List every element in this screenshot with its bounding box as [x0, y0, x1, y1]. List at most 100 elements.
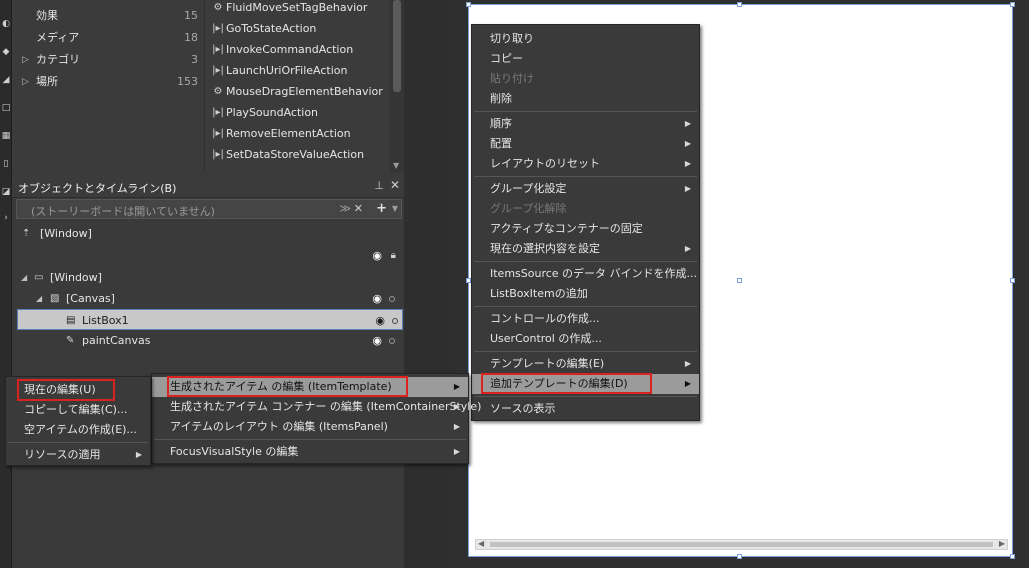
- menu-item-copy[interactable]: コピー: [472, 49, 699, 69]
- menu-item-item-container-style[interactable]: 生成されたアイテム コンテナー の編集 (ItemContainerStyle)…: [152, 397, 481, 417]
- eye-icon[interactable]: ◉: [372, 245, 382, 266]
- menu-item-add-listboxitem[interactable]: ListBoxItemの追加: [472, 284, 699, 304]
- tree-item-listbox[interactable]: ▤ ListBox1 ◉: [17, 309, 403, 330]
- lock-toggle-icon[interactable]: [389, 338, 395, 344]
- tree-item-window[interactable]: ◢ ▭ [Window]: [12, 267, 404, 288]
- asset-item[interactable]: |▸| InvokeCommandAction: [205, 39, 391, 60]
- lock-toggle-icon[interactable]: [392, 318, 398, 324]
- resize-handle[interactable]: [737, 554, 742, 559]
- menu-item-cut[interactable]: 切り取り: [472, 29, 699, 49]
- collapse-arrow-icon[interactable]: ◢: [36, 288, 42, 309]
- close-storyboard-icon[interactable]: ✕: [354, 202, 363, 215]
- asset-item[interactable]: |▸| LaunchUriOrFileAction: [205, 60, 391, 81]
- eye-icon[interactable]: ◉: [372, 330, 382, 351]
- menu-item-edit-copy[interactable]: コピーして編集(C)...: [6, 400, 150, 420]
- chevron-down-icon[interactable]: ▼: [392, 204, 398, 213]
- action-icon: |▸|: [212, 128, 224, 139]
- category-count: 3: [191, 53, 198, 66]
- storyboard-picker[interactable]: (ストーリーボードは開いていません) ≫ ✕ + ▼: [16, 199, 402, 219]
- asset-item[interactable]: ⚙ MouseDragElementBehavior: [205, 81, 391, 102]
- category-item[interactable]: ▷ 場所 153: [12, 71, 204, 93]
- tool-icon[interactable]: ◢: [1, 74, 11, 86]
- pin-icon[interactable]: ⊥: [374, 179, 384, 192]
- tool-icon[interactable]: ◐: [1, 18, 11, 30]
- menu-item-label: グループ化設定: [490, 182, 567, 195]
- menu-item-pin-container[interactable]: アクティブなコンテナーの固定: [472, 219, 699, 239]
- asset-item[interactable]: |▸| RemoveElementAction: [205, 123, 391, 144]
- tree-item-label: [Window]: [50, 271, 102, 284]
- scrollbar-thumb[interactable]: [490, 542, 993, 547]
- asset-label: RemoveElementAction: [226, 127, 351, 140]
- category-count: 15: [184, 9, 198, 22]
- center-handle[interactable]: [737, 278, 742, 283]
- scrollbar-thumb[interactable]: [393, 0, 401, 92]
- menu-item-align[interactable]: 配置 ▶: [472, 134, 699, 154]
- tree-item-canvas[interactable]: ◢ ▧ [Canvas] ◉: [12, 288, 404, 309]
- menu-item-delete[interactable]: 削除: [472, 89, 699, 109]
- menu-item-view-source[interactable]: ソースの表示: [472, 399, 699, 419]
- menu-item-label: グループ化解除: [490, 202, 567, 215]
- tool-icon[interactable]: ▦: [1, 130, 11, 142]
- menu-item-make-usercontrol[interactable]: UserControl の作成...: [472, 329, 699, 349]
- lock-icon[interactable]: 🔒︎: [391, 245, 396, 266]
- asset-categories: 効果 15 メディア 18 ▷ カテゴリ 3 ▷ 場所 153: [12, 0, 204, 172]
- menu-item-label: コントロールの作成...: [490, 312, 600, 325]
- tree-item-paintcanvas[interactable]: ✎ paintCanvas ◉: [12, 330, 404, 351]
- resize-handle[interactable]: [1010, 2, 1015, 7]
- add-storyboard-icon[interactable]: +: [376, 201, 387, 216]
- tool-icon[interactable]: ▯: [1, 158, 11, 170]
- asset-item[interactable]: |▸| GoToStateAction: [205, 18, 391, 39]
- menu-item-group[interactable]: グループ化設定 ▶: [472, 179, 699, 199]
- scroll-down-icon[interactable]: ▼: [393, 161, 399, 170]
- menu-item-create-empty[interactable]: 空アイテムの作成(E)...: [6, 420, 150, 440]
- menu-item-edit-current[interactable]: 現在の編集(U): [6, 380, 150, 400]
- asset-item[interactable]: |▸| SetDataStoreValueAction: [205, 144, 391, 165]
- menu-item-focus-visual-style[interactable]: FocusVisualStyle の編集 ▶: [152, 442, 468, 462]
- expand-arrow-icon[interactable]: ▷: [22, 71, 32, 93]
- menu-separator: [474, 306, 697, 307]
- close-icon[interactable]: ✕: [390, 178, 400, 192]
- collapse-icon[interactable]: ≫: [339, 202, 351, 215]
- resize-handle[interactable]: [1010, 278, 1015, 283]
- menu-item-bind-itemssource[interactable]: ItemsSource のデータ バインドを作成...: [472, 264, 699, 284]
- submenu-arrow-icon: ▶: [453, 382, 460, 391]
- tool-icon[interactable]: □: [1, 102, 11, 114]
- scroll-left-icon[interactable]: ◀: [478, 539, 484, 548]
- menu-item-apply-resource[interactable]: リソースの適用 ▶: [6, 445, 150, 465]
- eye-icon[interactable]: ◉: [372, 288, 382, 309]
- asset-item[interactable]: ⚙ FluidMoveSetTagBehavior: [205, 0, 391, 18]
- menu-item-make-control[interactable]: コントロールの作成...: [472, 309, 699, 329]
- eye-icon[interactable]: ◉: [375, 310, 385, 331]
- menu-item-item-template[interactable]: 生成されたアイテム の編集 (ItemTemplate) ▶: [152, 377, 468, 397]
- category-count: 153: [177, 75, 198, 88]
- menu-item-label: アイテムのレイアウト の編集 (ItemsPanel): [170, 420, 388, 433]
- scroll-right-icon[interactable]: ▶: [999, 539, 1005, 548]
- menu-item-order[interactable]: 順序 ▶: [472, 114, 699, 134]
- category-item[interactable]: ▷ カテゴリ 3: [12, 49, 204, 71]
- resize-handle[interactable]: [466, 2, 471, 7]
- collapse-arrow-icon[interactable]: ◢: [21, 267, 27, 288]
- expand-arrow-icon[interactable]: ▷: [22, 49, 32, 71]
- resize-handle[interactable]: [1010, 554, 1015, 559]
- submenu-arrow-icon: ▶: [684, 379, 691, 388]
- asset-scrollbar[interactable]: ▼: [390, 0, 404, 172]
- lock-toggle-icon[interactable]: [389, 296, 395, 302]
- tool-icon[interactable]: ◪: [1, 186, 11, 198]
- menu-item-edit-additional-templates[interactable]: 追加テンプレートの編集(D) ▶: [472, 374, 699, 394]
- tool-icon[interactable]: ›: [1, 212, 11, 224]
- category-item[interactable]: メディア 18: [12, 27, 204, 49]
- resize-handle[interactable]: [737, 2, 742, 7]
- menu-item-set-selection[interactable]: 現在の選択内容を設定 ▶: [472, 239, 699, 259]
- action-icon: |▸|: [212, 149, 224, 160]
- menu-item-items-panel[interactable]: アイテムのレイアウト の編集 (ItemsPanel) ▶: [152, 417, 468, 437]
- menu-separator: [474, 261, 697, 262]
- horizontal-scrollbar[interactable]: ◀ ▶: [475, 539, 1008, 550]
- asset-item[interactable]: |▸| PlaySoundAction: [205, 102, 391, 123]
- scope-row[interactable]: ⇡ [Window]: [12, 223, 404, 244]
- category-label: 場所: [36, 75, 58, 88]
- menu-item-edit-template[interactable]: テンプレートの編集(E) ▶: [472, 354, 699, 374]
- menu-item-reset-layout[interactable]: レイアウトのリセット ▶: [472, 154, 699, 174]
- scope-up-icon[interactable]: ⇡: [22, 223, 30, 244]
- category-item[interactable]: 効果 15: [12, 5, 204, 27]
- tool-icon[interactable]: ◆: [1, 46, 11, 58]
